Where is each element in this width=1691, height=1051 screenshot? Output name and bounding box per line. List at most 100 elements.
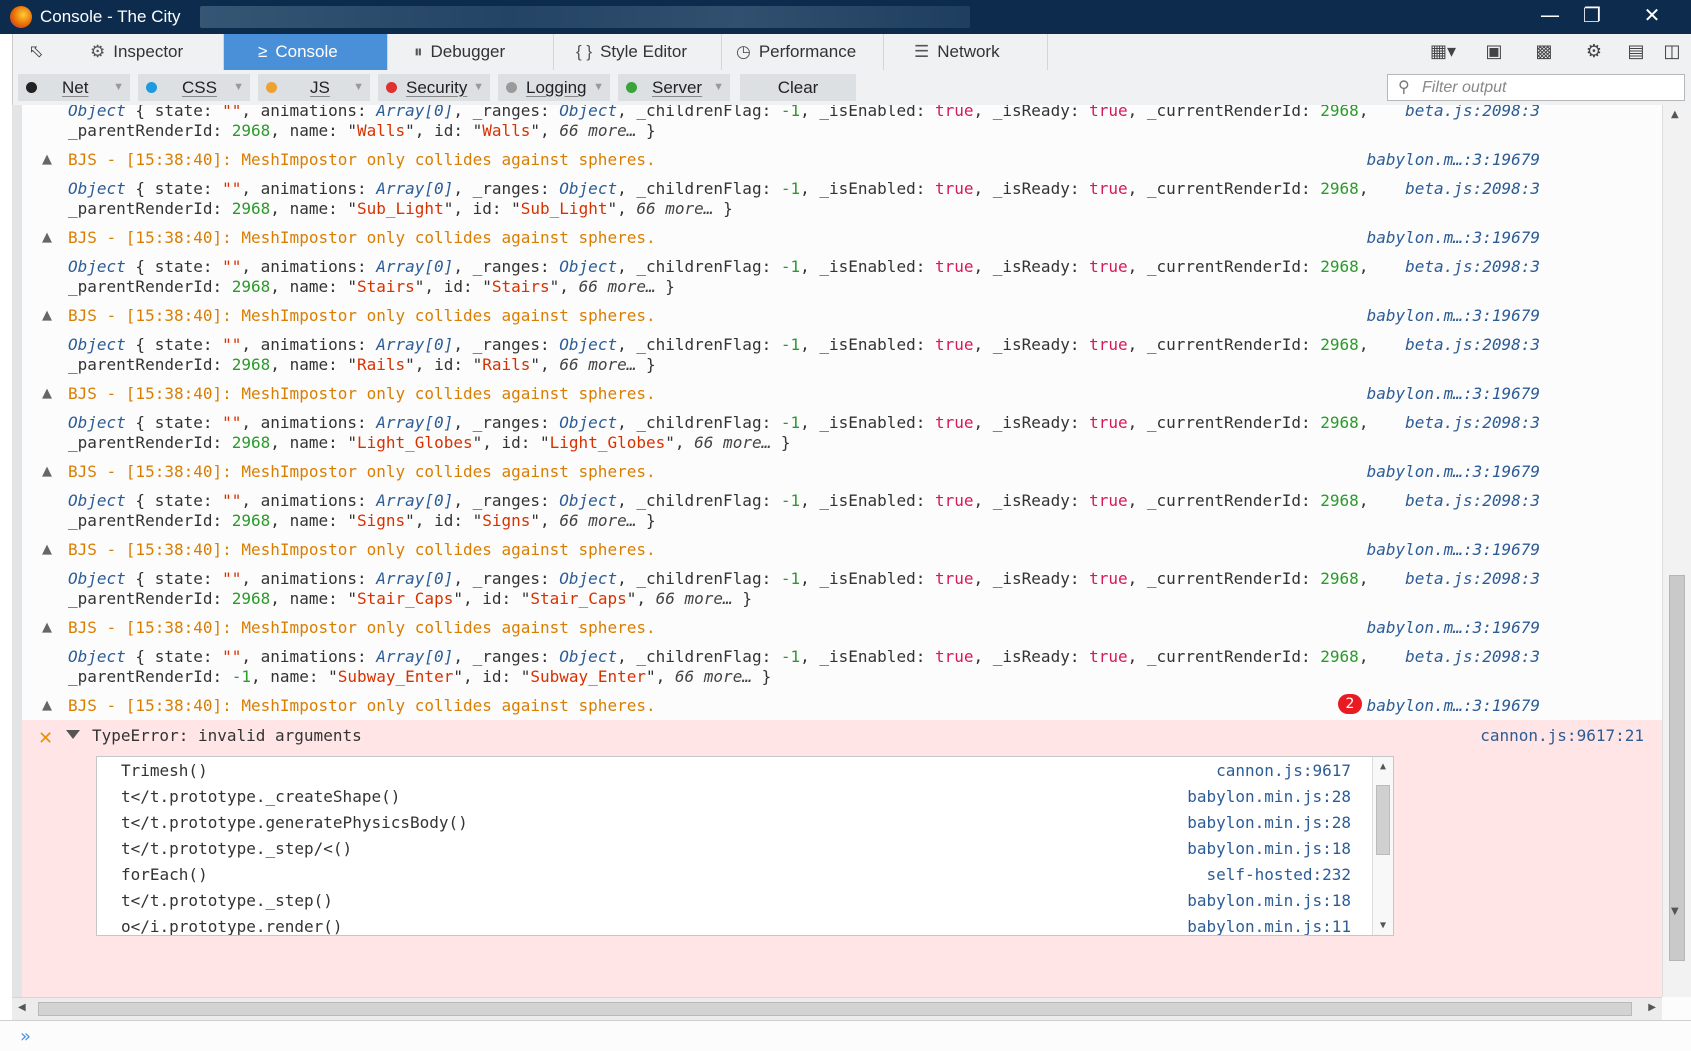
warning-icon: ▲ <box>42 620 52 635</box>
chevron-down-icon: ▼ <box>713 81 724 93</box>
scroll-down-icon[interactable]: ▼ <box>1373 920 1393 931</box>
server-dot-icon <box>626 82 637 93</box>
screenshot-icon[interactable]: ▩ <box>1532 42 1556 62</box>
stack-scrollbar[interactable]: ▲ ▼ <box>1372 757 1393 935</box>
warning-source-link[interactable]: babylon.m…:3:19679 <box>1367 618 1540 637</box>
warning-icon: ▲ <box>42 152 52 167</box>
scroll-up-icon[interactable]: ▲ <box>1373 761 1393 772</box>
expand-triangle-icon[interactable] <box>66 730 80 739</box>
clear-button[interactable]: Clear <box>740 74 856 101</box>
filter-logging-button[interactable]: Logging ▼ <box>498 74 610 101</box>
scroll-down-icon[interactable]: ▼ <box>1671 906 1679 917</box>
tab-inspector[interactable]: ⚙ Inspector <box>60 34 224 70</box>
filter-js-button[interactable]: JS ▼ <box>258 74 370 101</box>
object-source-link[interactable]: beta.js:2098:3 <box>1405 257 1540 276</box>
stack-frame-source-link[interactable]: babylon.min.js:28 <box>1187 813 1351 832</box>
object-log-line[interactable]: Object { state: "", animations: Array[0]… <box>68 413 1368 432</box>
net-dot-icon <box>26 82 37 93</box>
warning-message[interactable]: BJS - [15:38:40]: MeshImpostor only coll… <box>68 150 656 169</box>
minimize-button[interactable]: — <box>1532 2 1568 28</box>
warning-source-link[interactable]: babylon.m…:3:19679 <box>1367 306 1540 325</box>
list-icon: ☰ <box>914 42 930 61</box>
settings-gear-icon[interactable]: ⚙ <box>1582 42 1606 62</box>
warning-source-link[interactable]: babylon.m…:3:19679 <box>1367 150 1540 169</box>
stack-frame-source-link[interactable]: babylon.min.js:11 <box>1187 917 1351 935</box>
scroll-right-icon[interactable]: ▶ <box>1648 1002 1656 1013</box>
filter-net-button[interactable]: Net ▼ <box>18 74 130 101</box>
stack-frame-function: forEach() <box>121 865 208 884</box>
warning-message[interactable]: BJS - [15:38:40]: MeshImpostor only coll… <box>68 462 656 481</box>
warning-message[interactable]: BJS - [15:38:40]: MeshImpostor only coll… <box>68 540 656 559</box>
tab-style-editor[interactable]: { } Style Editor <box>554 34 722 70</box>
object-log-line[interactable]: Object { state: "", animations: Array[0]… <box>68 569 1368 588</box>
filter-css-button[interactable]: CSS ▼ <box>138 74 250 101</box>
stack-frame-source-link[interactable]: babylon.min.js:18 <box>1187 839 1351 858</box>
scroll-left-icon[interactable]: ◀ <box>18 1002 26 1013</box>
object-log-line-cont: _parentRenderId: 2968, name: "Sub_Light"… <box>68 199 733 218</box>
security-dot-icon <box>386 82 397 93</box>
object-log-line[interactable]: Object { state: "", animations: Array[0]… <box>68 491 1368 510</box>
stack-frame-source-link[interactable]: babylon.min.js:28 <box>1187 787 1351 806</box>
object-source-link[interactable]: beta.js:2098:3 <box>1405 491 1540 510</box>
console-vertical-scrollbar[interactable]: ▲ ▼ <box>1662 105 1691 997</box>
object-log-line[interactable]: Object { state: "", animations: Array[0]… <box>68 105 1368 120</box>
stack-scroll-thumb[interactable] <box>1376 785 1390 855</box>
logging-dot-icon <box>506 82 517 93</box>
scrollbar-thumb[interactable] <box>1669 575 1685 961</box>
warning-message[interactable]: BJS - [15:38:40]: MeshImpostor only coll… <box>68 618 656 637</box>
warning-source-link[interactable]: babylon.m…:3:19679 <box>1367 696 1540 715</box>
stack-frame-source-link[interactable]: cannon.js:9617 <box>1216 761 1351 780</box>
warning-message[interactable]: BJS - [15:38:40]: MeshImpostor only coll… <box>68 306 656 325</box>
console-output: Object { state: "", animations: Array[0]… <box>12 105 1662 997</box>
close-window-button[interactable]: ✕ <box>1634 2 1670 28</box>
title-bar: Console - The City — ❐ ✕ <box>0 0 1691 34</box>
maximize-button[interactable]: ❐ <box>1574 2 1610 28</box>
object-log-line[interactable]: Object { state: "", animations: Array[0]… <box>68 647 1368 666</box>
warning-message[interactable]: BJS - [15:38:40]: MeshImpostor only coll… <box>68 228 656 247</box>
stack-frame-function: Trimesh() <box>121 761 208 780</box>
warning-source-link[interactable]: babylon.m…:3:19679 <box>1367 462 1540 481</box>
filter-output-input[interactable]: ⚲ Filter output <box>1387 74 1685 101</box>
dock-side-icon[interactable]: ◫ <box>1660 42 1684 62</box>
stack-frame-source-link[interactable]: babylon.min.js:18 <box>1187 891 1351 910</box>
warning-message[interactable]: BJS - [15:38:40]: MeshImpostor only coll… <box>68 384 656 403</box>
object-source-link[interactable]: beta.js:2098:3 <box>1405 179 1540 198</box>
warning-icon: ▲ <box>42 386 52 401</box>
console-input-line[interactable]: » <box>0 1020 1691 1051</box>
filter-security-button[interactable]: Security ▼ <box>378 74 490 101</box>
object-source-link[interactable]: beta.js:2098:3 <box>1405 105 1540 120</box>
warning-icon: ▲ <box>42 308 52 323</box>
warning-source-link[interactable]: babylon.m…:3:19679 <box>1367 228 1540 247</box>
warning-icon: ▲ <box>42 464 52 479</box>
object-log-line[interactable]: Object { state: "", animations: Array[0]… <box>68 257 1368 276</box>
element-picker-icon[interactable]: ⬁ <box>24 42 48 62</box>
warning-message[interactable]: BJS - [15:38:40]: MeshImpostor only coll… <box>68 696 656 715</box>
scroll-up-icon[interactable]: ▲ <box>1671 109 1679 120</box>
stack-frame-source-link[interactable]: self-hosted:232 <box>1207 865 1352 884</box>
tab-console[interactable]: ≥ Console <box>224 34 388 70</box>
tab-debugger[interactable]: ⏸ Debugger <box>388 34 554 70</box>
devtools-toolbar: ⬁ ⚙ Inspector ≥ Console ⏸ Debugger { } Style… <box>0 34 1691 71</box>
object-log-line[interactable]: Object { state: "", animations: Array[0]… <box>68 179 1368 198</box>
scratchpad-icon[interactable]: ▣ <box>1482 42 1506 62</box>
warning-source-link[interactable]: babylon.m…:3:19679 <box>1367 540 1540 559</box>
tab-network[interactable]: ☰ Network <box>884 34 1048 70</box>
error-source-link[interactable]: cannon.js:9617:21 <box>1480 726 1644 745</box>
hscroll-thumb[interactable] <box>38 1002 1632 1016</box>
console-horizontal-scrollbar[interactable]: ◀ ▶ <box>12 997 1662 1020</box>
dock-bottom-icon[interactable]: ▤ <box>1624 42 1648 62</box>
object-log-line[interactable]: Object { state: "", animations: Array[0]… <box>68 335 1368 354</box>
object-source-link[interactable]: beta.js:2098:3 <box>1405 335 1540 354</box>
object-source-link[interactable]: beta.js:2098:3 <box>1405 647 1540 666</box>
object-source-link[interactable]: beta.js:2098:3 <box>1405 569 1540 588</box>
object-log-line-cont: _parentRenderId: 2968, name: "Signs", id… <box>68 511 656 530</box>
object-source-link[interactable]: beta.js:2098:3 <box>1405 413 1540 432</box>
object-log-line-cont: _parentRenderId: 2968, name: "Stair_Caps… <box>68 589 752 608</box>
filter-server-button[interactable]: Server ▼ <box>618 74 730 101</box>
error-message-block[interactable]: ✕ TypeError: invalid arguments cannon.js:9… <box>22 720 1662 997</box>
responsive-design-icon[interactable]: ▦▾ <box>1424 42 1462 62</box>
tab-performance[interactable]: ◷ Performance <box>722 34 884 70</box>
chevron-down-icon: ▼ <box>593 81 604 93</box>
stack-trace-panel: Trimesh() cannon.js:9617 t</t.prototype._c… <box>96 756 1394 936</box>
warning-source-link[interactable]: babylon.m…:3:19679 <box>1367 384 1540 403</box>
